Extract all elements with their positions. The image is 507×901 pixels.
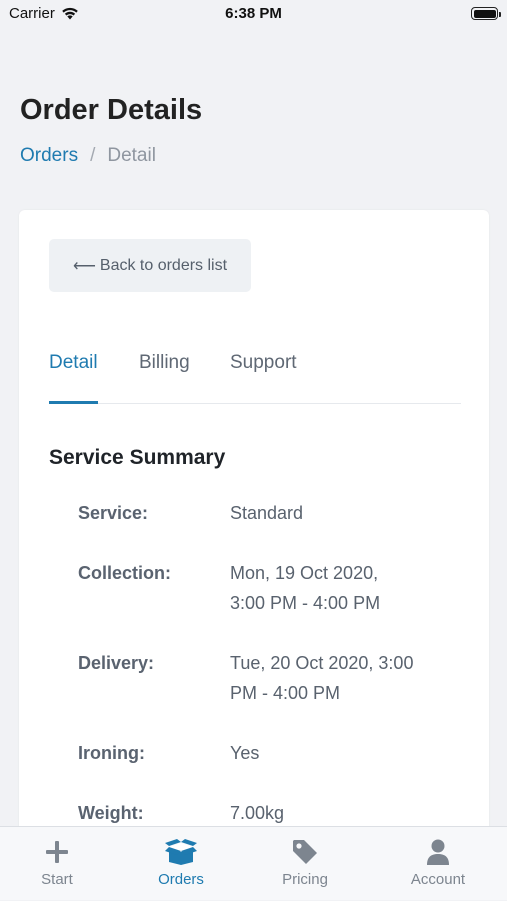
tab-billing[interactable]: Billing bbox=[139, 352, 190, 403]
tab-detail[interactable]: Detail bbox=[49, 352, 98, 404]
plus-icon bbox=[46, 841, 68, 863]
delivery-label: Delivery: bbox=[78, 653, 155, 673]
battery-icon bbox=[471, 7, 501, 20]
box-icon bbox=[165, 839, 197, 865]
bottom-tab-bar: Start Orders Pricing Account bbox=[0, 826, 507, 900]
weight-value: 7.00kg bbox=[230, 803, 285, 823]
tab-bar-orders-label: Orders bbox=[158, 871, 204, 888]
tab-bar-pricing[interactable]: Pricing bbox=[242, 827, 368, 901]
page-title: Order Details bbox=[20, 94, 203, 126]
breadcrumb-current: Detail bbox=[107, 145, 156, 166]
service-summary-title: Service Summary bbox=[49, 446, 226, 469]
tag-icon bbox=[293, 840, 317, 864]
delivery-value: Tue, 20 Oct 2020, 3:00 PM - 4:00 PM bbox=[230, 653, 414, 703]
service-value: Standard bbox=[230, 503, 304, 523]
collection-value: Mon, 19 Oct 2020, 3:00 PM - 4:00 PM bbox=[230, 563, 381, 613]
tab-bar-account[interactable]: Account bbox=[375, 827, 501, 901]
tab-bar-account-label: Account bbox=[410, 871, 466, 888]
collection-label: Collection: bbox=[78, 563, 171, 583]
breadcrumb: Orders / Detail bbox=[20, 145, 156, 167]
tab-bar-start-label: Start bbox=[41, 871, 73, 888]
order-detail-card: ⟵ Back to orders list Detail Billing Sup… bbox=[19, 210, 489, 850]
back-button-label: Back to orders list bbox=[99, 256, 228, 274]
breadcrumb-separator: / bbox=[90, 145, 96, 166]
breadcrumb-orders-link[interactable]: Orders bbox=[20, 145, 78, 167]
arrow-left-icon: ⟵ bbox=[72, 257, 96, 275]
tab-bar-orders[interactable]: Orders bbox=[118, 827, 244, 901]
tab-bar-start[interactable]: Start bbox=[0, 827, 120, 901]
weight-label: Weight: bbox=[78, 803, 144, 823]
tab-bar-pricing-label: Pricing bbox=[282, 871, 328, 888]
tab-support[interactable]: Support bbox=[230, 352, 297, 403]
ironing-label: Ironing: bbox=[78, 743, 145, 763]
user-icon bbox=[427, 839, 449, 865]
ironing-value: Yes bbox=[230, 743, 260, 763]
detail-tabs: Detail Billing Support bbox=[49, 352, 461, 404]
status-bar: Carrier 6:38 PM bbox=[0, 0, 507, 30]
service-label: Service: bbox=[78, 503, 149, 523]
status-time: 6:38 PM bbox=[225, 5, 282, 22]
back-to-orders-button[interactable]: ⟵ Back to orders list bbox=[49, 239, 251, 292]
